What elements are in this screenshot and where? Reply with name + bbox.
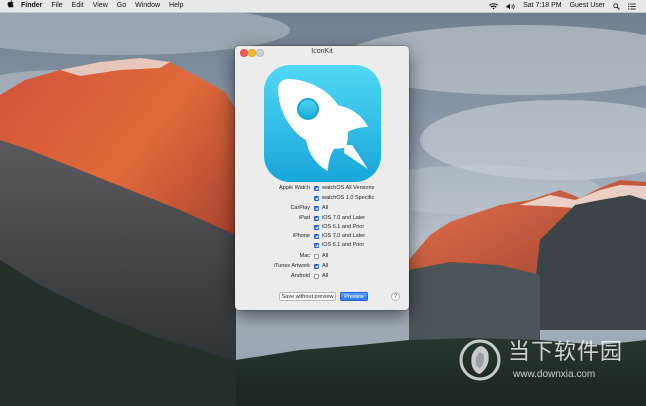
menu-view[interactable]: View [93,0,108,12]
apple-menu-icon[interactable] [7,0,15,12]
checkbox[interactable] [314,185,319,191]
checkbox[interactable] [314,224,319,230]
option-label[interactable]: iOS 6.1 and Prior [322,223,364,232]
clock[interactable]: Sat 7:18 PM [523,0,562,12]
option-row: iPad iOS 7.0 and Later [235,214,409,223]
checkbox[interactable] [314,233,319,239]
platform-label: iPad [298,215,310,221]
status-area: Sat 7:18 PM Guest User [481,0,646,12]
platform-label: iTunes Artwork [273,263,310,269]
platform-label: CarPlay [290,205,310,211]
option-label[interactable]: All [322,262,328,271]
platform-label: iPhone [292,233,310,239]
checkbox[interactable] [314,263,319,269]
option-label[interactable]: All [322,252,328,261]
menu-bar: Finder File Edit View Go Window Help Sat… [0,0,646,13]
option-row: iPhone iOS 7.0 and Later [235,232,409,241]
volume-icon[interactable] [506,3,515,10]
preview-button[interactable]: Preview [340,292,368,301]
option-label[interactable]: watchOS All Versions [322,184,374,193]
watermark-title: 当下软件园 [508,339,624,364]
option-row: iOS 6.1 and Prior [235,241,409,250]
menu-edit[interactable]: Edit [72,0,84,12]
menu-help[interactable]: Help [169,0,183,12]
menu-file[interactable]: File [51,0,62,12]
option-row: iTunes Artwork All [235,262,409,271]
wifi-icon[interactable] [489,2,499,10]
notification-center-icon[interactable] [628,2,636,10]
save-without-preview-button[interactable]: Save without preview [279,292,336,301]
watermark: 当下软件园 www.downxia.com [458,338,638,388]
watermark-logo-icon [459,339,501,381]
checkbox[interactable] [314,215,319,221]
option-label[interactable]: All [322,204,328,213]
platform-label: Mac [299,253,310,259]
option-row: Apple Watch watchOS All Versions [235,184,409,193]
user-menu[interactable]: Guest User [570,0,605,12]
menu-window[interactable]: Window [135,0,160,12]
checkbox[interactable] [314,242,319,248]
platform-label: Apple Watch [279,185,310,191]
checkbox[interactable] [314,253,319,259]
iconkit-window: IconKit Apple Watch watchOS All Versions… [235,46,409,310]
spotlight-search-icon[interactable] [613,2,620,10]
window-title: IconKit [311,48,333,55]
option-row: Mac All [235,252,409,261]
watermark-url: www.downxia.com [513,369,596,380]
menu-finder[interactable]: Finder [21,0,42,12]
menu-go[interactable]: Go [117,0,126,12]
platform-label: Android [291,273,310,279]
option-row: watchOS 1.0 Specific [235,194,409,203]
rocket-icon [264,65,381,182]
option-row: CarPlay All [235,204,409,213]
checkbox[interactable] [314,195,319,201]
option-label[interactable]: All [322,272,328,281]
checkbox[interactable] [314,205,319,211]
checkbox[interactable] [314,273,319,279]
option-label[interactable]: iOS 7.0 and Later [322,232,365,241]
option-row: iOS 6.1 and Prior [235,223,409,232]
option-label[interactable]: iOS 6.1 and Prior [322,241,364,250]
option-label[interactable]: watchOS 1.0 Specific [322,194,374,203]
option-label[interactable]: iOS 7.0 and Later [322,214,365,223]
option-row: Android All [235,272,409,281]
window-titlebar[interactable]: IconKit [235,46,409,58]
help-button[interactable]: ? [391,292,400,301]
